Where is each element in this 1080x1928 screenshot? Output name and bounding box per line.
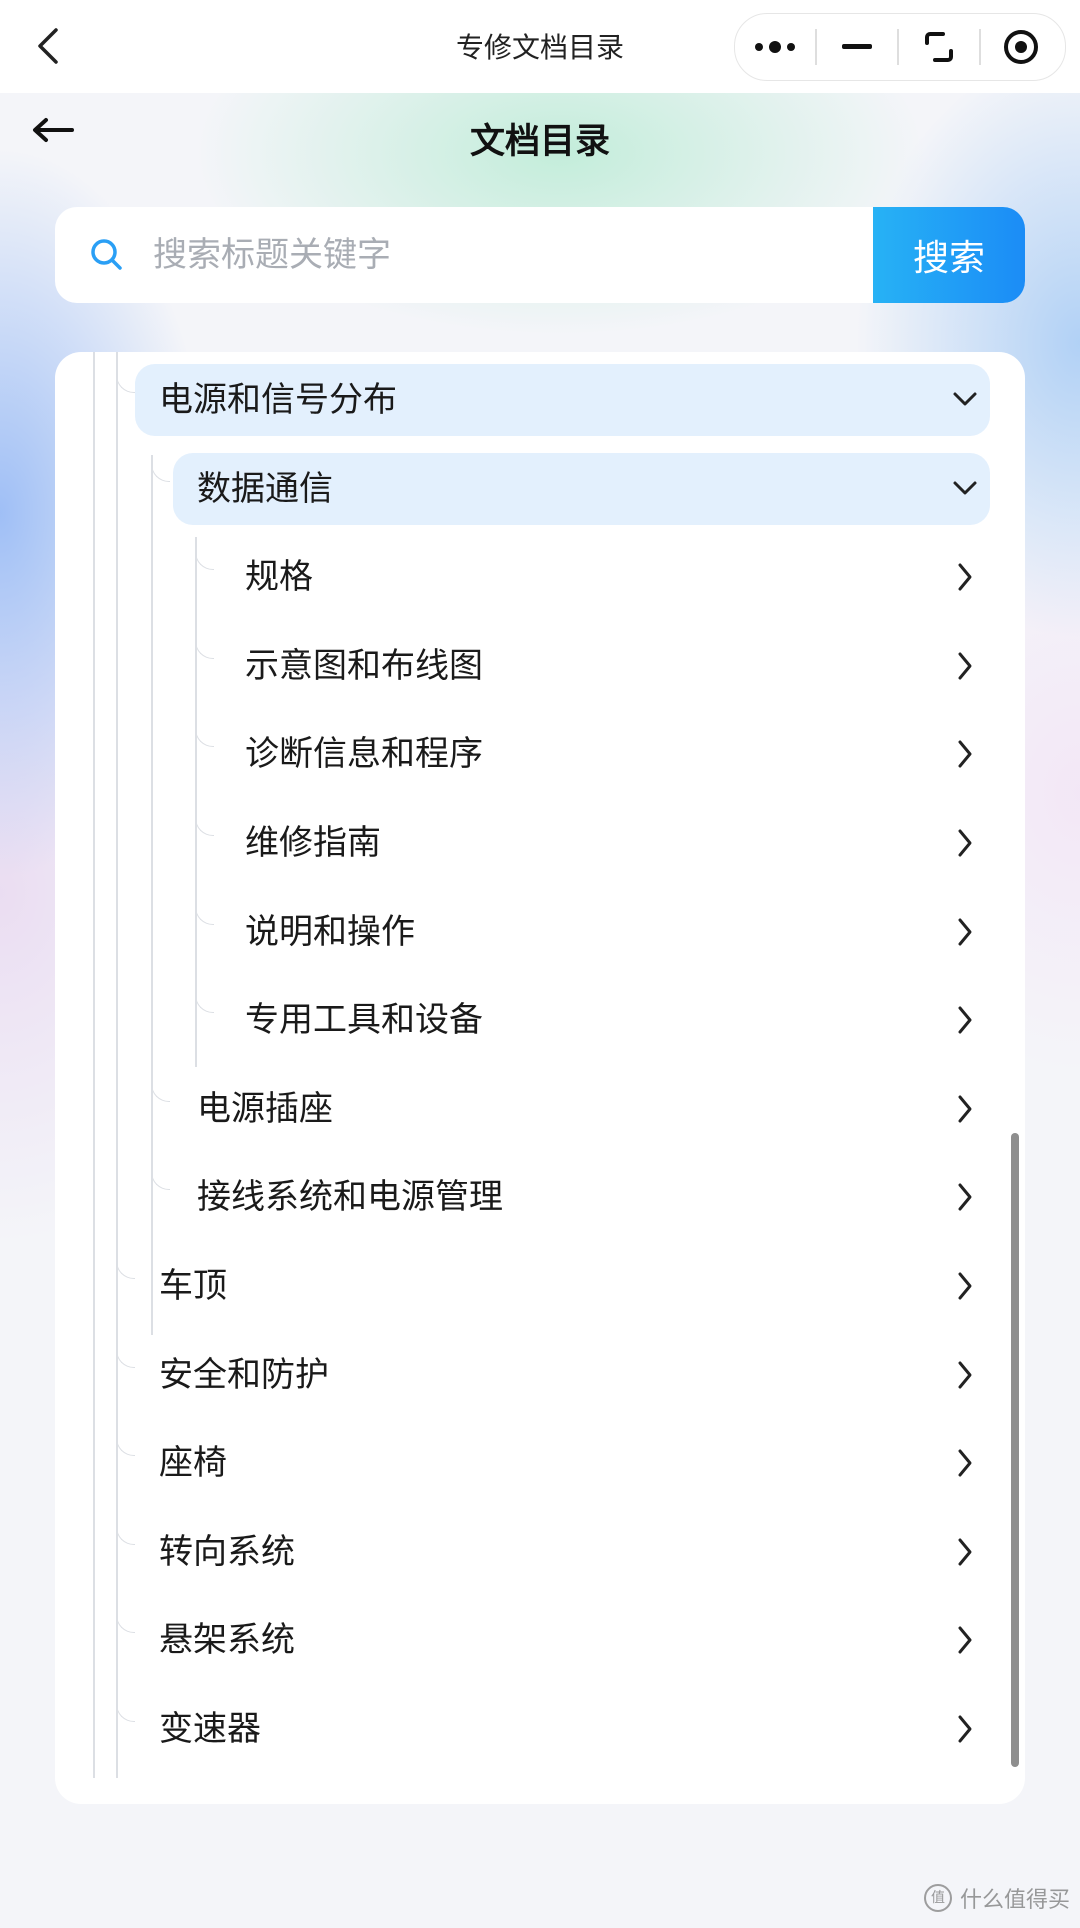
tree-item[interactable]: 座椅: [55, 1427, 1025, 1499]
close-button[interactable]: [981, 14, 1061, 80]
scrollbar[interactable]: [1011, 1133, 1019, 1767]
tree-item[interactable]: 说明和操作: [55, 896, 1025, 968]
tree-item-label: 专用工具和设备: [245, 1000, 483, 1041]
search-input[interactable]: [139, 207, 933, 303]
page-title: 文档目录: [469, 122, 610, 162]
tree-item-label: 接线系统和电源管理: [197, 1177, 503, 1218]
tree-item[interactable]: 规格: [55, 541, 1025, 613]
chevron-right-icon: [958, 918, 972, 946]
tree-item[interactable]: 示意图和布线图: [55, 630, 1025, 702]
tree-item-label: 数据通信: [197, 468, 333, 509]
tree-item-label: 座椅: [159, 1443, 227, 1484]
chevron-right-icon: [958, 740, 972, 768]
restore-button[interactable]: [899, 14, 979, 80]
tree-item-label: 电源插座: [197, 1088, 333, 1129]
search-bar: 搜索: [55, 207, 1025, 303]
tree-item-label: 示意图和布线图: [245, 645, 483, 686]
chevron-right-icon: [958, 1361, 972, 1389]
watermark-text: 什么值得买: [959, 1888, 1070, 1913]
target-circle-icon: [1004, 30, 1038, 64]
restore-window-icon: [925, 32, 953, 62]
tree-item-label: 变速器: [159, 1709, 261, 1749]
tree-item-label: 悬架系统: [159, 1620, 295, 1661]
tree-item-label: 说明和操作: [245, 911, 415, 952]
watermark: 值 什么值得买: [923, 1882, 1070, 1914]
directory-tree: 电源和信号分布数据通信规格示意图和布线图 诊断信息和程序 维修指南说明和操作专用工具…: [55, 352, 1025, 1804]
tree-item-label: 转向系统: [159, 1531, 295, 1572]
chevron-right-icon: [958, 1006, 972, 1034]
tree-item-label: 安全和防护: [159, 1354, 329, 1395]
tree-item[interactable]: 维修指南: [55, 807, 1025, 879]
search-button[interactable]: 搜索: [873, 207, 1025, 303]
tree-item[interactable]: 专用工具和设备: [55, 984, 1025, 1056]
tree-item[interactable]: 数据通信: [55, 452, 1025, 525]
tree-item[interactable]: 变速器: [55, 1693, 1025, 1765]
capsule-menu: [734, 13, 1066, 81]
top-bar: 专修文档目录: [0, 0, 1080, 93]
chevron-right-icon: [958, 1095, 972, 1123]
tree-item-label: 规格: [245, 557, 313, 598]
search-icon: [91, 239, 122, 270]
minimize-button[interactable]: [817, 14, 897, 80]
chevron-right-icon: [958, 829, 972, 857]
chevron-down-icon: [953, 392, 977, 406]
more-button[interactable]: [735, 14, 815, 80]
tree-item-label: 电源和信号分布: [159, 380, 397, 420]
chevron-right-icon: [958, 563, 972, 591]
chevron-right-icon: [958, 1449, 972, 1477]
chevron-right-icon: [958, 1272, 972, 1300]
more-dots-icon: [755, 41, 795, 53]
tree-item[interactable]: 车顶: [55, 1250, 1025, 1322]
tree-item-label: 诊断信息和程序: [245, 734, 483, 775]
tree-item[interactable]: 转向系统: [55, 1516, 1025, 1588]
tree-item[interactable]: 诊断信息和程序: [55, 718, 1025, 790]
tree-item-label: 车顶: [159, 1266, 227, 1306]
chevron-right-icon: [958, 1626, 972, 1654]
tree-item[interactable]: 接线系统和电源管理: [55, 1161, 1025, 1233]
chevron-right-icon: [958, 1538, 972, 1566]
minus-icon: [842, 44, 872, 49]
tree-item-label: 维修指南: [245, 823, 381, 863]
watermark-logo-icon: 值: [923, 1884, 952, 1912]
tree-item[interactable]: 电源和信号分布: [55, 364, 1025, 436]
tree-item[interactable]: 电源插座: [55, 1073, 1025, 1145]
chevron-right-icon: [958, 652, 972, 680]
chevron-right-icon: [958, 1715, 972, 1743]
chevron-right-icon: [958, 1183, 972, 1211]
tree-item[interactable]: 安全和防护: [55, 1339, 1025, 1411]
tree-item[interactable]: 悬架系统: [55, 1604, 1025, 1676]
chevron-down-icon: [953, 481, 977, 495]
